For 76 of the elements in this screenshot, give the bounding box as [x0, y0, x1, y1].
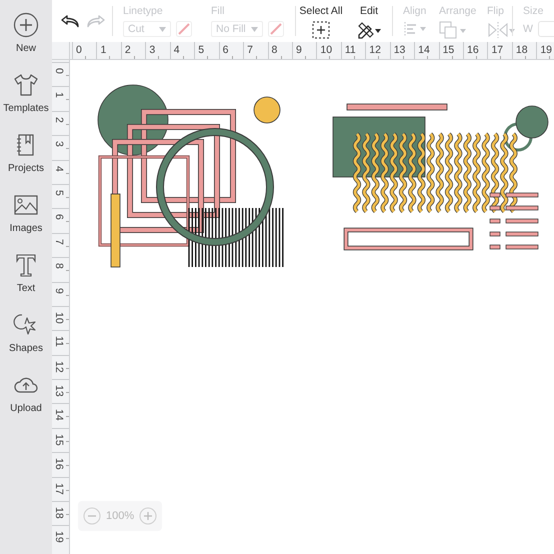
ruler-number: 13 [53, 385, 65, 397]
ruler-number: 2 [53, 116, 65, 123]
add-icon [13, 12, 39, 38]
ruler-number: 0 [76, 44, 82, 56]
select-all-icon[interactable] [312, 21, 330, 39]
group-label: Size [523, 5, 544, 17]
pencil-ruler-icon [358, 22, 381, 39]
zoom-level: 100% [106, 510, 134, 522]
shirt-icon [13, 72, 39, 98]
ruler-number: 17 [53, 482, 65, 494]
ruler-number: 5 [53, 190, 65, 196]
group-label: Flip [487, 5, 504, 17]
flip-icon[interactable] [487, 21, 515, 39]
ruler-number: 4 [174, 44, 180, 56]
ruler-number: 6 [222, 44, 228, 56]
ruler-number: 5 [198, 44, 204, 56]
group-label: Align [403, 5, 426, 17]
redo-arrow-icon [86, 13, 106, 29]
ruler-number: 11 [53, 336, 65, 348]
sidebar-item[interactable]: New [0, 0, 52, 60]
ruler-number: 16 [467, 44, 479, 56]
ruler-number: 1 [100, 44, 106, 56]
ruler-number: 15 [442, 44, 454, 56]
ruler-number: 8 [53, 263, 65, 269]
ruler-number: 8 [272, 44, 278, 56]
ruler-number: 6 [53, 214, 65, 220]
ruler-number: 19 [53, 531, 65, 544]
align-left-icon[interactable] [403, 21, 427, 37]
zoom-in-icon [139, 507, 158, 525]
layers-icon[interactable] [439, 21, 467, 39]
sidebar-item[interactable]: Text [0, 240, 52, 300]
ruler-number: 9 [53, 288, 65, 294]
ruler-number: 7 [247, 44, 253, 56]
group-label: Arrange [439, 5, 476, 17]
ruler-number: 12 [53, 360, 65, 372]
edit-tools-icon[interactable] [356, 21, 382, 39]
zoom-in-button[interactable] [139, 507, 158, 525]
no-color-swatch-icon[interactable] [268, 21, 284, 37]
sidebar-item[interactable]: Templates [0, 60, 52, 120]
ruler-number: 0 [53, 68, 65, 74]
zoom-out-button[interactable] [83, 507, 101, 525]
caret-icon [159, 26, 166, 32]
ruler-number: 18 [516, 44, 528, 56]
ruler-number: 19 [540, 44, 552, 56]
ruler-number: 2 [124, 44, 131, 56]
ruler-number: 18 [53, 507, 65, 519]
ruler-number: 1 [53, 92, 65, 98]
ruler-number: 3 [149, 44, 156, 56]
sidebar-item[interactable]: Upload [0, 360, 52, 420]
group-label: Linetype [123, 5, 163, 17]
ruler-number: 3 [53, 141, 65, 148]
ruler-number: 9 [296, 44, 302, 56]
ruler-number: 17 [491, 44, 504, 56]
group-label: Select All [299, 5, 343, 17]
group-label: Fill [211, 5, 224, 17]
sidebar-item[interactable]: Projects [0, 120, 52, 180]
ruler-number: 14 [53, 409, 65, 422]
ruler-number: 10 [53, 312, 65, 324]
ruler-number: 12 [369, 44, 381, 56]
ruler-number: 11 [344, 44, 356, 56]
no-color-swatch-icon[interactable] [176, 21, 192, 37]
ruler-number: 15 [53, 434, 65, 446]
ruler-number: 13 [394, 44, 406, 56]
zoom-out-icon [83, 507, 101, 525]
sidebar-item[interactable]: Shapes [0, 300, 52, 360]
group-label: Edit [360, 5, 378, 17]
ruler-number: 14 [418, 44, 430, 56]
caret-icon [251, 26, 258, 32]
sidebar-item[interactable]: Images [0, 180, 52, 240]
ruler-number: 16 [53, 458, 65, 470]
width-label: W [523, 23, 533, 35]
ruler-number: 4 [53, 166, 65, 172]
ruler-number: 7 [53, 238, 65, 245]
undo-arrow-icon [60, 13, 80, 29]
ruler-number: 10 [320, 44, 332, 56]
undo-button[interactable] [60, 13, 80, 29]
